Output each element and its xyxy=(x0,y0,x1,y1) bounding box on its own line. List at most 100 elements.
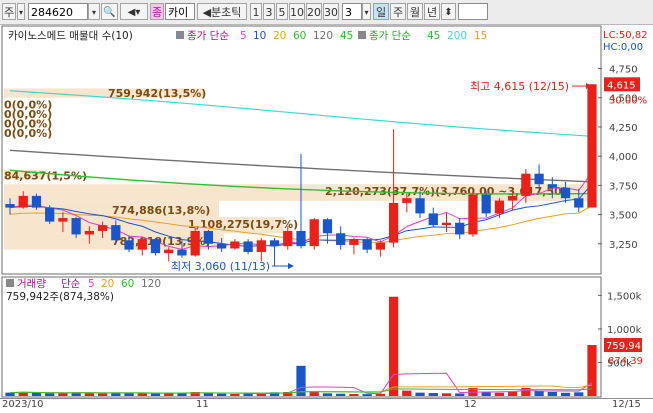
candle-body[interactable] xyxy=(283,230,293,247)
volume-bar[interactable] xyxy=(230,393,240,396)
candle-body[interactable] xyxy=(388,202,399,243)
volume-bar[interactable] xyxy=(217,393,227,396)
volume-bar[interactable] xyxy=(124,393,134,396)
candle-body[interactable] xyxy=(494,200,505,214)
minute-interval-10[interactable]: 10 xyxy=(289,3,305,20)
volume-bar[interactable] xyxy=(428,393,438,396)
extra-input[interactable] xyxy=(458,3,488,20)
volume-bar[interactable] xyxy=(203,393,214,396)
candle-body[interactable] xyxy=(428,213,438,226)
volume-bar[interactable] xyxy=(481,391,491,396)
code-dropdown-icon[interactable]: ▾ xyxy=(88,3,100,20)
volume-chart[interactable]: 거래량 단순 5 20 60 120 759,942주(874,38%) 1,500k 1,00… xyxy=(0,276,653,398)
volume-bar[interactable] xyxy=(441,393,452,396)
menu-button[interactable]: 주 xyxy=(2,3,16,20)
candle-body[interactable] xyxy=(481,194,491,214)
volume-bar[interactable] xyxy=(494,392,505,396)
volume-bar[interactable] xyxy=(547,391,557,396)
candle-body[interactable] xyxy=(111,225,121,241)
candle-body[interactable] xyxy=(402,198,412,203)
candle-body[interactable] xyxy=(468,194,478,235)
stock-code-input[interactable]: 284620 xyxy=(28,3,88,20)
volume-bar[interactable] xyxy=(349,393,359,396)
candle-body[interactable] xyxy=(415,198,425,214)
candle-body[interactable] xyxy=(336,233,346,245)
minute-interval-20[interactable]: 20 xyxy=(306,3,322,20)
sound-icon[interactable]: ◀▾ xyxy=(120,3,148,20)
candle-body[interactable] xyxy=(455,222,465,235)
candle-body[interactable] xyxy=(177,249,187,256)
menu-dropdown-icon[interactable]: ▾ xyxy=(17,3,25,20)
favorite-icon[interactable]: 종 xyxy=(150,3,164,20)
volume-bar[interactable] xyxy=(58,393,68,396)
candle-body[interactable] xyxy=(256,240,266,252)
candle-body[interactable] xyxy=(137,239,147,250)
minute-interval-1[interactable]: 1 xyxy=(250,3,262,20)
search-icon[interactable]: 🔍 xyxy=(101,3,118,20)
tab-period-3[interactable]: 년 xyxy=(424,3,440,20)
candle-body[interactable] xyxy=(375,242,385,250)
candle-body[interactable] xyxy=(217,243,227,249)
candle-body[interactable] xyxy=(84,230,94,235)
price-chart[interactable]: 카이노스메드 매물대 수(10) 종가 단순 5 10 20 60 120 45 종가 단순 45… xyxy=(0,25,653,275)
candle-body[interactable] xyxy=(58,218,68,222)
candle-body[interactable] xyxy=(508,195,518,201)
volume-bar[interactable] xyxy=(150,393,161,396)
candle-body[interactable] xyxy=(71,218,81,235)
candle-body[interactable] xyxy=(45,207,55,222)
volume-bar[interactable] xyxy=(388,296,399,396)
volume-bar[interactable] xyxy=(137,393,147,396)
candle-body[interactable] xyxy=(322,219,333,234)
tab-period-0[interactable]: 일 xyxy=(373,3,389,20)
candle-body[interactable] xyxy=(5,204,15,208)
volume-bar[interactable] xyxy=(415,392,425,396)
candle-body[interactable] xyxy=(521,173,531,196)
volume-bar[interactable] xyxy=(97,393,108,396)
candle-body[interactable] xyxy=(150,239,161,254)
candle-body[interactable] xyxy=(164,249,174,254)
volume-bar[interactable] xyxy=(455,393,465,396)
volume-bar[interactable] xyxy=(5,392,15,396)
candle-body[interactable] xyxy=(190,230,200,256)
volume-bar[interactable] xyxy=(45,393,55,396)
volume-bar[interactable] xyxy=(362,394,372,396)
candle-body[interactable] xyxy=(203,230,214,244)
candle-body[interactable] xyxy=(560,187,571,199)
candle-body[interactable] xyxy=(441,222,452,226)
candle-body[interactable] xyxy=(269,240,280,247)
candle-body[interactable] xyxy=(349,239,359,245)
candle-body[interactable] xyxy=(230,241,240,249)
tab-period-2[interactable]: 월 xyxy=(407,3,423,20)
tab-period-1[interactable]: 주 xyxy=(390,3,406,20)
interval-input[interactable]: 3 xyxy=(342,3,362,20)
volume-bar[interactable] xyxy=(243,393,253,396)
minute-interval-5[interactable]: 5 xyxy=(276,3,288,20)
candle-body[interactable] xyxy=(587,84,597,208)
candle-body[interactable] xyxy=(574,198,584,208)
volume-bar[interactable] xyxy=(31,392,42,396)
candle-body[interactable] xyxy=(31,195,42,208)
minute-interval-3[interactable]: 3 xyxy=(263,3,275,20)
volume-bar[interactable] xyxy=(402,390,412,396)
candle-body[interactable] xyxy=(362,239,372,250)
period-tick-button[interactable]: ◀분초틱 xyxy=(197,3,247,20)
volume-bar[interactable] xyxy=(560,392,571,396)
candle-body[interactable] xyxy=(547,184,557,188)
volume-bar[interactable] xyxy=(508,391,518,396)
volume-bar[interactable] xyxy=(336,393,346,396)
candle-body[interactable] xyxy=(309,219,319,247)
candle-body[interactable] xyxy=(243,241,253,252)
price-chart-panel[interactable]: 카이노스메드 매물대 수(10) 종가 단순 5 10 20 60 120 45 종가 단순 45… xyxy=(0,25,653,275)
candle-body[interactable] xyxy=(124,240,134,250)
volume-bar[interactable] xyxy=(587,345,597,396)
candle-body[interactable] xyxy=(97,225,108,231)
interval-dropdown-icon[interactable]: ▾ xyxy=(362,3,371,20)
candle-body[interactable] xyxy=(296,230,306,247)
candle-body[interactable] xyxy=(18,195,28,208)
volume-chart-panel[interactable]: 거래량 단순 5 20 60 120 759,942주(874,38%) 1,500k 1,00… xyxy=(0,276,653,398)
minute-interval-30[interactable]: 30 xyxy=(323,3,339,20)
volume-bar[interactable] xyxy=(322,393,333,396)
candle-body[interactable] xyxy=(534,173,544,185)
volume-bar[interactable] xyxy=(574,392,584,396)
sort-arrows-icon[interactable]: ⬍ xyxy=(441,3,456,20)
